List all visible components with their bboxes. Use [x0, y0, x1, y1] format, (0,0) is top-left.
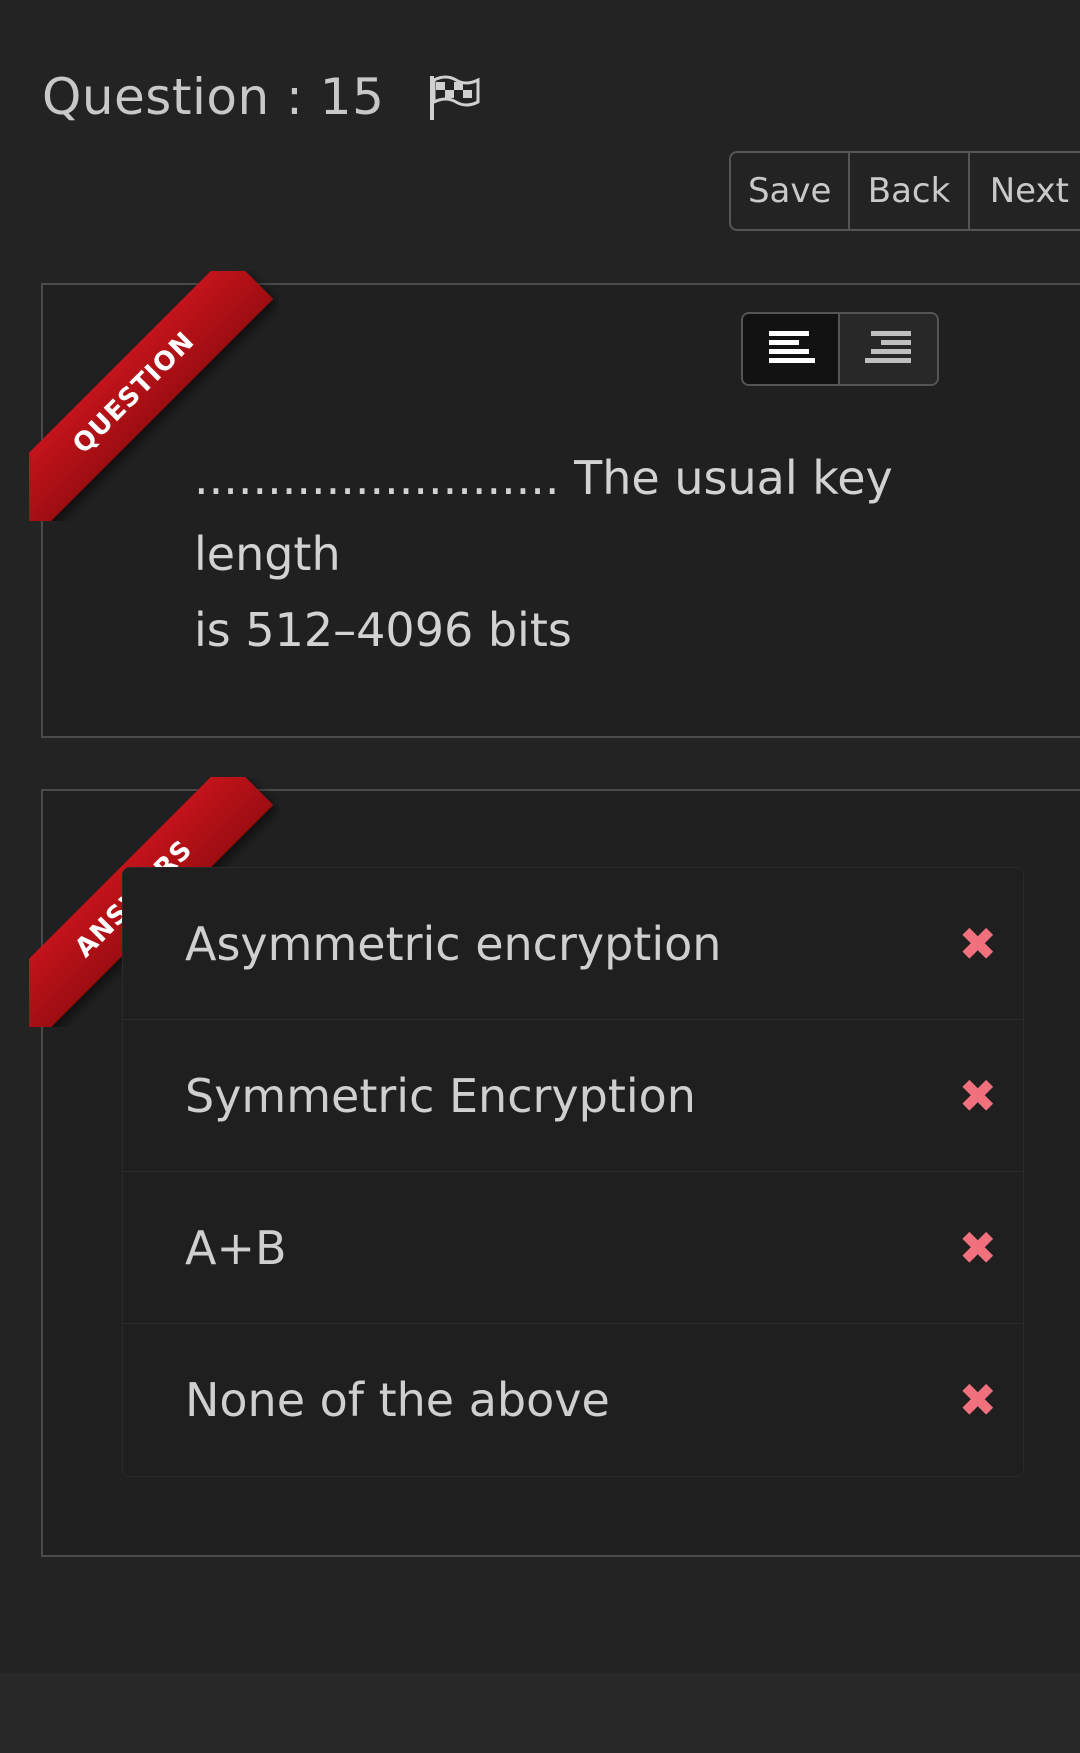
footer-strip [0, 1673, 1080, 1753]
wrong-mark-icon: ✖ [958, 1068, 997, 1123]
answers-panel: ANSWERS Asymmetric encryption ✖ Symmetri… [29, 777, 1080, 1557]
question-text-line-1: ......................... The usual key … [194, 451, 893, 581]
answer-label: A+B [185, 1220, 287, 1275]
question-header: Question : 15 [42, 68, 482, 126]
quiz-page: Question : 15 Save Back Next QUESTION ..… [0, 0, 1080, 1753]
text-align-toggle [741, 312, 939, 386]
answer-label: Symmetric Encryption [185, 1068, 696, 1123]
align-right-icon[interactable] [840, 314, 937, 384]
question-number: Question : 15 [42, 68, 385, 126]
answer-option-2[interactable]: Symmetric Encryption ✖ [123, 1020, 1023, 1172]
answer-option-4[interactable]: None of the above ✖ [123, 1324, 1023, 1476]
next-button[interactable]: Next [970, 153, 1080, 229]
answers-list: Asymmetric encryption ✖ Symmetric Encryp… [122, 867, 1024, 1477]
checkered-flag-icon[interactable] [426, 72, 482, 122]
wrong-mark-icon: ✖ [958, 1373, 997, 1427]
save-button[interactable]: Save [731, 153, 851, 229]
wrong-mark-icon: ✖ [958, 1220, 997, 1275]
question-text: ......................... The usual key … [194, 440, 974, 668]
answer-label: Asymmetric encryption [185, 916, 722, 971]
navigation-toolbar: Save Back Next [729, 151, 1080, 231]
align-left-icon[interactable] [743, 314, 840, 384]
question-panel: QUESTION ......................... The u… [29, 271, 1080, 738]
answer-label: None of the above [185, 1373, 610, 1427]
question-text-line-2: is 512–4096 bits [194, 603, 572, 657]
back-button[interactable]: Back [850, 153, 970, 229]
wrong-mark-icon: ✖ [958, 916, 997, 971]
answer-option-1[interactable]: Asymmetric encryption ✖ [123, 868, 1023, 1020]
answer-option-3[interactable]: A+B ✖ [123, 1172, 1023, 1324]
